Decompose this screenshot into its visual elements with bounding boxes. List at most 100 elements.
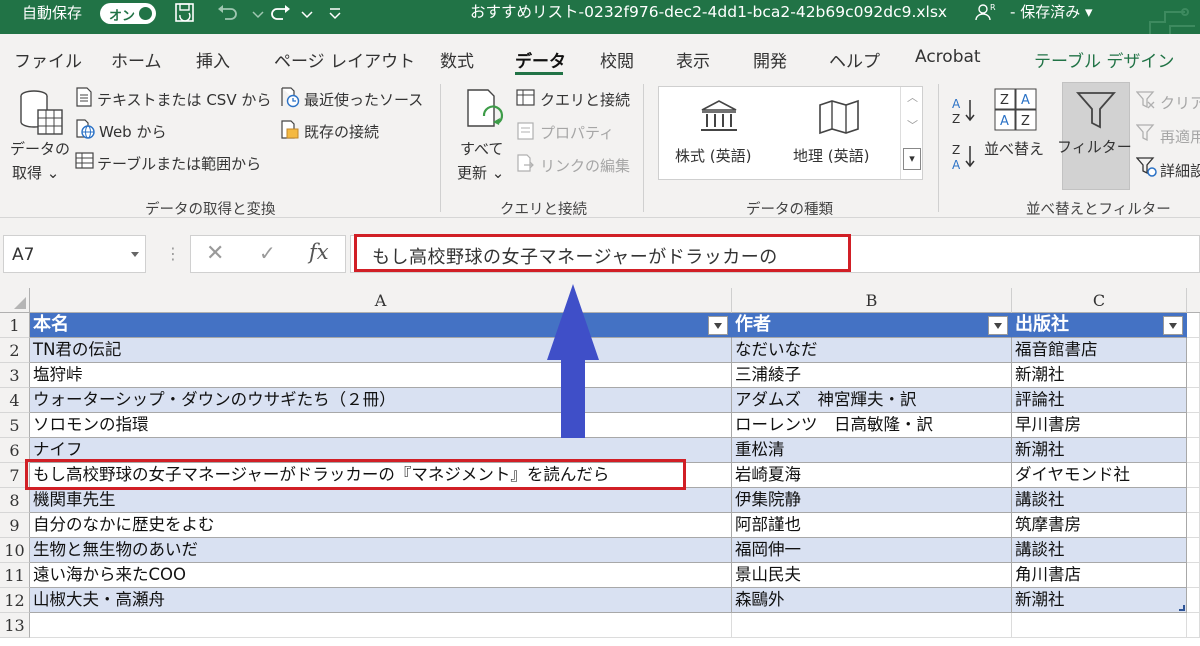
column-header-b[interactable]: B bbox=[732, 288, 1012, 313]
table-cell-empty[interactable] bbox=[1187, 388, 1200, 413]
row-header[interactable]: 8 bbox=[0, 488, 30, 513]
formula-bar-grip-icon[interactable]: ⋮ bbox=[165, 244, 181, 263]
table-cell-empty[interactable] bbox=[1012, 613, 1187, 638]
table-cell[interactable]: ウォーターシップ・ダウンのウサギたち（２冊） bbox=[30, 388, 732, 413]
share-user-icon[interactable]: R bbox=[972, 1, 998, 25]
undo-icon[interactable] bbox=[214, 1, 240, 25]
tab-file[interactable]: ファイル bbox=[14, 47, 82, 72]
tab-table-design[interactable]: テーブル デザイン bbox=[1034, 47, 1174, 72]
table-cell-empty[interactable] bbox=[1187, 438, 1200, 463]
insert-function-button[interactable]: fx bbox=[309, 240, 329, 264]
table-header-cell[interactable]: 出版社 bbox=[1012, 313, 1187, 338]
table-cell[interactable]: 講談社 bbox=[1012, 488, 1187, 513]
table-cell[interactable]: ローレンツ 日高敏隆・訳 bbox=[732, 413, 1012, 438]
table-cell[interactable]: 評論社 bbox=[1012, 388, 1187, 413]
table-cell[interactable]: 三浦綾子 bbox=[732, 363, 1012, 388]
table-cell[interactable]: アダムズ 神宮輝夫・訳 bbox=[732, 388, 1012, 413]
filter-dropdown-icon[interactable] bbox=[708, 316, 728, 335]
table-cell[interactable]: 重松清 bbox=[732, 438, 1012, 463]
table-cell[interactable]: 新潮社 bbox=[1012, 438, 1187, 463]
table-cell[interactable]: 山椒大夫・高瀬舟 bbox=[30, 588, 732, 613]
table-cell[interactable]: ダイヤモンド社 bbox=[1012, 463, 1187, 488]
table-cell[interactable]: TN君の伝記 bbox=[30, 338, 732, 363]
tab-formulas[interactable]: 数式 bbox=[440, 47, 474, 72]
row-header[interactable]: 2 bbox=[0, 338, 30, 363]
table-header-cell[interactable]: 作者 bbox=[732, 313, 1012, 338]
table-cell-empty[interactable] bbox=[30, 613, 732, 638]
table-cell[interactable]: 伊集院静 bbox=[732, 488, 1012, 513]
tab-page-layout[interactable]: ページ レイアウト bbox=[274, 47, 415, 72]
table-cell[interactable]: 福音館書店 bbox=[1012, 338, 1187, 363]
save-status[interactable]: - 保存済み ▾ bbox=[1010, 2, 1093, 22]
name-box[interactable]: A7 bbox=[3, 235, 146, 273]
table-cell[interactable]: 機関車先生 bbox=[30, 488, 732, 513]
table-cell[interactable]: 新潮社 bbox=[1012, 588, 1187, 613]
table-cell-empty[interactable] bbox=[1187, 338, 1200, 363]
table-cell[interactable]: 講談社 bbox=[1012, 538, 1187, 563]
save-icon[interactable] bbox=[172, 1, 198, 25]
row-header[interactable]: 1 bbox=[0, 313, 30, 338]
table-cell-empty[interactable] bbox=[1187, 363, 1200, 388]
table-cell[interactable]: ソロモンの指環 bbox=[30, 413, 732, 438]
column-header-d[interactable] bbox=[1187, 288, 1200, 313]
redo-dropdown-icon[interactable] bbox=[294, 1, 320, 25]
table-cell[interactable]: 筑摩書房 bbox=[1012, 513, 1187, 538]
table-cell[interactable]: 新潮社 bbox=[1012, 363, 1187, 388]
column-header-c[interactable]: C bbox=[1012, 288, 1187, 313]
table-cell-empty[interactable] bbox=[1187, 538, 1200, 563]
tab-review[interactable]: 校閲 bbox=[600, 47, 634, 72]
table-cell-empty[interactable] bbox=[1187, 413, 1200, 438]
tab-help[interactable]: ヘルプ bbox=[829, 47, 880, 72]
autosave-toggle[interactable]: オン bbox=[100, 3, 156, 24]
gallery-more-icon[interactable]: ▾ bbox=[903, 148, 921, 170]
enter-entry-icon[interactable]: ✓ bbox=[259, 241, 276, 265]
table-cell-empty[interactable] bbox=[1187, 313, 1200, 338]
name-box-dropdown-icon[interactable] bbox=[131, 252, 139, 257]
row-header[interactable]: 10 bbox=[0, 538, 30, 563]
table-cell[interactable]: なだいなだ bbox=[732, 338, 1012, 363]
row-header[interactable]: 4 bbox=[0, 388, 30, 413]
row-header[interactable]: 5 bbox=[0, 413, 30, 438]
table-cell-empty[interactable] bbox=[1187, 563, 1200, 588]
table-cell[interactable]: 阿部謹也 bbox=[732, 513, 1012, 538]
sort-a-to-z-icon[interactable]: A Z bbox=[950, 96, 978, 126]
cancel-entry-icon[interactable]: ✕ bbox=[206, 241, 224, 266]
tab-data[interactable]: データ bbox=[515, 47, 566, 72]
table-cell[interactable]: 景山民夫 bbox=[732, 563, 1012, 588]
row-header[interactable]: 12 bbox=[0, 588, 30, 613]
table-cell[interactable]: 岩崎夏海 bbox=[732, 463, 1012, 488]
column-header-a[interactable]: A bbox=[30, 288, 732, 313]
table-cell[interactable]: 角川書店 bbox=[1012, 563, 1187, 588]
gallery-down-icon[interactable]: ﹀ bbox=[907, 117, 918, 133]
table-cell-empty[interactable] bbox=[1187, 488, 1200, 513]
filter-dropdown-icon[interactable] bbox=[988, 316, 1008, 335]
table-cell[interactable]: 塩狩峠 bbox=[30, 363, 732, 388]
table-cell[interactable]: 福岡伸一 bbox=[732, 538, 1012, 563]
table-cell-empty[interactable] bbox=[1187, 613, 1200, 638]
table-cell[interactable]: 森鷗外 bbox=[732, 588, 1012, 613]
tab-home[interactable]: ホーム bbox=[111, 47, 162, 72]
gallery-up-icon[interactable]: ︿ bbox=[907, 89, 918, 105]
tab-insert[interactable]: 挿入 bbox=[196, 47, 230, 72]
table-cell-empty[interactable] bbox=[1187, 463, 1200, 488]
row-header[interactable]: 11 bbox=[0, 563, 30, 588]
filter-dropdown-icon[interactable] bbox=[1163, 316, 1183, 335]
redo-icon[interactable] bbox=[268, 1, 294, 25]
row-header[interactable]: 3 bbox=[0, 363, 30, 388]
filter-button[interactable]: フィルター bbox=[1057, 82, 1132, 190]
table-header-cell[interactable]: 本名 bbox=[30, 313, 732, 338]
select-all-button[interactable] bbox=[0, 288, 30, 313]
tab-acrobat[interactable]: Acrobat bbox=[915, 47, 981, 67]
table-cell-empty[interactable] bbox=[1187, 588, 1200, 613]
tab-view[interactable]: 表示 bbox=[676, 47, 710, 72]
table-cell-empty[interactable] bbox=[1187, 513, 1200, 538]
table-cell[interactable]: 自分のなかに歴史をよむ bbox=[30, 513, 732, 538]
table-cell[interactable]: 早川書房 bbox=[1012, 413, 1187, 438]
tab-developer[interactable]: 開発 bbox=[753, 47, 787, 72]
table-cell[interactable]: 生物と無生物のあいだ bbox=[30, 538, 732, 563]
table-resize-handle[interactable] bbox=[1179, 605, 1185, 611]
row-header[interactable]: 13 bbox=[0, 613, 30, 638]
row-header[interactable]: 9 bbox=[0, 513, 30, 538]
customize-toolbar-icon[interactable] bbox=[322, 1, 348, 25]
table-cell-empty[interactable] bbox=[732, 613, 1012, 638]
